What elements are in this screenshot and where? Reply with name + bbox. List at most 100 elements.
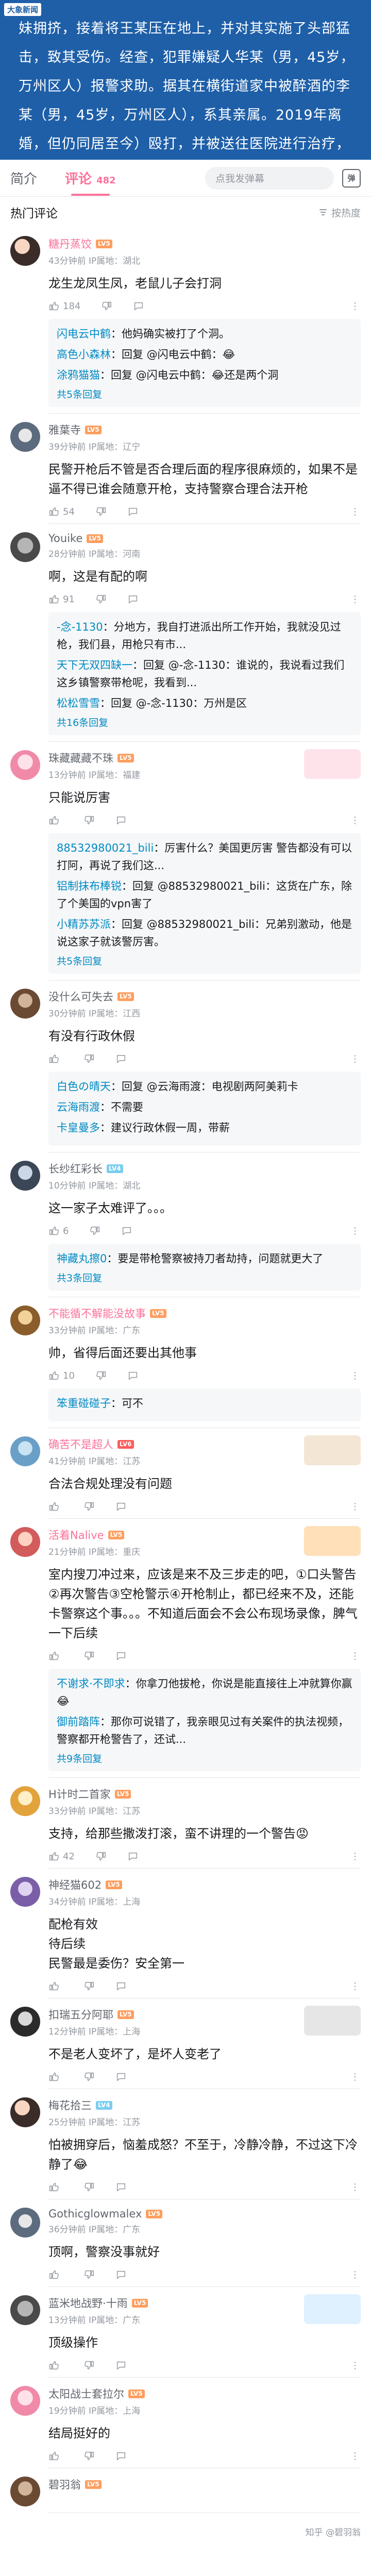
- like-button[interactable]: [48, 2269, 63, 2280]
- username[interactable]: 扣瑞五分阿耶: [48, 2007, 113, 2022]
- username[interactable]: 碧羽翁: [48, 2477, 81, 2492]
- dislike-button[interactable]: [83, 2450, 95, 2462]
- reply-item[interactable]: 铝制抹布棒锐：回复 @88532980021_bili：这货在广东，除了个美国的…: [57, 877, 352, 912]
- avatar[interactable]: [10, 1786, 40, 1816]
- avatar[interactable]: [10, 1877, 40, 1907]
- reply-button[interactable]: [115, 815, 127, 826]
- dislike-button[interactable]: [95, 594, 107, 605]
- reply-button[interactable]: [115, 2071, 127, 2082]
- username[interactable]: 太阳战士套拉尔: [48, 2386, 124, 2401]
- like-button[interactable]: 6: [48, 1225, 69, 1236]
- reply-username[interactable]: 铝制抹布棒锐: [57, 880, 122, 892]
- reply-username[interactable]: 不谢求·不即求: [57, 1677, 125, 1690]
- more-dots-icon[interactable]: ⋮: [350, 2269, 361, 2280]
- avatar[interactable]: [10, 2295, 40, 2325]
- reply-button[interactable]: [133, 300, 144, 312]
- reply-button[interactable]: [127, 506, 139, 517]
- view-all-replies-link[interactable]: 共3条回复: [57, 1270, 352, 1284]
- view-all-replies-link[interactable]: 共5条回复: [57, 387, 352, 401]
- reply-username[interactable]: 小精苏苏派: [57, 918, 111, 930]
- username[interactable]: 蓝米地战野·十雨: [48, 2295, 128, 2311]
- reply-item[interactable]: 卡皇曼多：建议行政休假一周，带薪: [57, 1119, 352, 1137]
- username[interactable]: Gothicglowmalex: [48, 2208, 142, 2220]
- dislike-button[interactable]: [83, 1650, 95, 1662]
- more-dots-icon[interactable]: ⋮: [350, 1370, 361, 1381]
- more-dots-icon[interactable]: ⋮: [350, 594, 361, 605]
- reply-item[interactable]: 天下无双四缺一：回复 @-念-1130：谁说的，我说看过我们这乡镇警察带枪呢，我…: [57, 656, 352, 691]
- like-button[interactable]: 10: [48, 1370, 75, 1381]
- reply-username[interactable]: 涂鸦猫猫: [57, 369, 100, 381]
- reply-button[interactable]: [115, 2269, 127, 2280]
- username[interactable]: 神经猫602: [48, 1877, 102, 1892]
- dislike-button[interactable]: [83, 2181, 95, 2193]
- reply-item[interactable]: 神藏丸擦0：要是带枪警察被持刀者劫持，问题就更大了: [57, 1250, 352, 1267]
- avatar[interactable]: [10, 1436, 40, 1466]
- reply-item[interactable]: 笨重碰碰子：可不: [57, 1395, 352, 1412]
- tab-comments[interactable]: 评论 482: [65, 168, 116, 196]
- reply-item[interactable]: 御前踏阵：那你可说错了，我亲眼见过有关案件的执法视频，警察都开枪警告了，还试..…: [57, 1713, 352, 1748]
- reply-item[interactable]: 白色の晴天：回复 @云海雨渡：电视剧两阿美莉卡: [57, 1078, 352, 1095]
- like-button[interactable]: 184: [48, 300, 80, 312]
- reply-username[interactable]: 卡皇曼多: [57, 1122, 100, 1134]
- reply-item[interactable]: 涂鸦猫猫：回复 @闪电云中鹤：😂还是两个洞: [57, 366, 352, 384]
- username[interactable]: Youike: [48, 532, 82, 545]
- dislike-button[interactable]: [101, 300, 112, 312]
- reply-item[interactable]: 小精苏苏派：回复 @88532980021_bili：兄弟别激动，他是说这家子就…: [57, 916, 352, 951]
- avatar[interactable]: [10, 2477, 40, 2506]
- view-all-replies-link[interactable]: 共16条回复: [57, 715, 352, 729]
- username[interactable]: 珠藏藏藏不珠: [48, 750, 113, 766]
- view-all-replies-link[interactable]: 共9条回复: [57, 1751, 352, 1765]
- sort-button[interactable]: 按热度: [318, 206, 361, 219]
- more-dots-icon[interactable]: ⋮: [350, 1054, 361, 1064]
- danmu-toggle-icon[interactable]: 弹: [342, 168, 361, 188]
- more-dots-icon[interactable]: ⋮: [350, 506, 361, 517]
- more-dots-icon[interactable]: ⋮: [350, 1226, 361, 1236]
- like-button[interactable]: 54: [48, 506, 75, 517]
- username[interactable]: 没什么可失去: [48, 989, 113, 1004]
- like-button[interactable]: [48, 2360, 63, 2371]
- username[interactable]: 确苦不是超人: [48, 1436, 113, 1452]
- like-button[interactable]: [48, 2071, 63, 2082]
- reply-item[interactable]: 松松雪雪：回复 @-念-1130：万州是区: [57, 694, 352, 712]
- more-dots-icon[interactable]: ⋮: [350, 1981, 361, 1992]
- avatar[interactable]: [10, 1306, 40, 1335]
- tab-intro[interactable]: 简介: [10, 168, 37, 188]
- like-button[interactable]: [48, 1053, 63, 1064]
- reply-username[interactable]: 白色の晴天: [57, 1080, 111, 1093]
- dislike-button[interactable]: [83, 2269, 95, 2280]
- username[interactable]: 糖丹蒸饺: [48, 236, 92, 251]
- reply-username[interactable]: 高色小森林: [57, 348, 111, 361]
- more-dots-icon[interactable]: ⋮: [350, 2360, 361, 2371]
- reply-username[interactable]: 神藏丸擦0: [57, 1252, 107, 1265]
- reply-button[interactable]: [121, 1225, 132, 1236]
- username[interactable]: H计时二首家: [48, 1786, 111, 1802]
- reply-item[interactable]: 不谢求·不即求：你拿刀他拔枪，你说是能直接往上冲就算你赢😂: [57, 1675, 352, 1710]
- reply-username[interactable]: 笨重碰碰子: [57, 1397, 111, 1410]
- more-dots-icon[interactable]: ⋮: [350, 1501, 361, 1512]
- reply-username[interactable]: 88532980021_bili: [57, 842, 154, 854]
- dislike-button[interactable]: [83, 1053, 95, 1064]
- reply-button[interactable]: [127, 1370, 139, 1381]
- danmu-input[interactable]: 点我发弹幕: [205, 166, 334, 190]
- more-dots-icon[interactable]: ⋮: [350, 2451, 361, 2462]
- dislike-button[interactable]: [83, 1501, 95, 1512]
- username[interactable]: 活着Nalive: [48, 1527, 104, 1543]
- dislike-button[interactable]: [83, 815, 95, 826]
- reply-button[interactable]: [127, 1851, 139, 1862]
- reply-button[interactable]: [115, 1980, 127, 1992]
- like-button[interactable]: [48, 1501, 63, 1512]
- avatar[interactable]: [10, 2007, 40, 2037]
- like-button[interactable]: [48, 1650, 63, 1662]
- avatar[interactable]: [10, 1161, 40, 1191]
- more-dots-icon[interactable]: ⋮: [350, 301, 361, 312]
- reply-button[interactable]: [115, 1501, 127, 1512]
- more-dots-icon[interactable]: ⋮: [350, 1851, 361, 1862]
- like-button[interactable]: [48, 1980, 63, 1992]
- more-dots-icon[interactable]: ⋮: [350, 815, 361, 826]
- avatar[interactable]: [10, 750, 40, 780]
- dislike-button[interactable]: [95, 506, 107, 517]
- reply-username[interactable]: 御前踏阵: [57, 1716, 100, 1728]
- like-button[interactable]: [48, 2450, 63, 2462]
- reply-item[interactable]: 88532980021_bili：厉害什么？美国更厉害 警告都没有可以打阿，再说…: [57, 839, 352, 874]
- reply-username[interactable]: 闪电云中鹤: [57, 328, 111, 340]
